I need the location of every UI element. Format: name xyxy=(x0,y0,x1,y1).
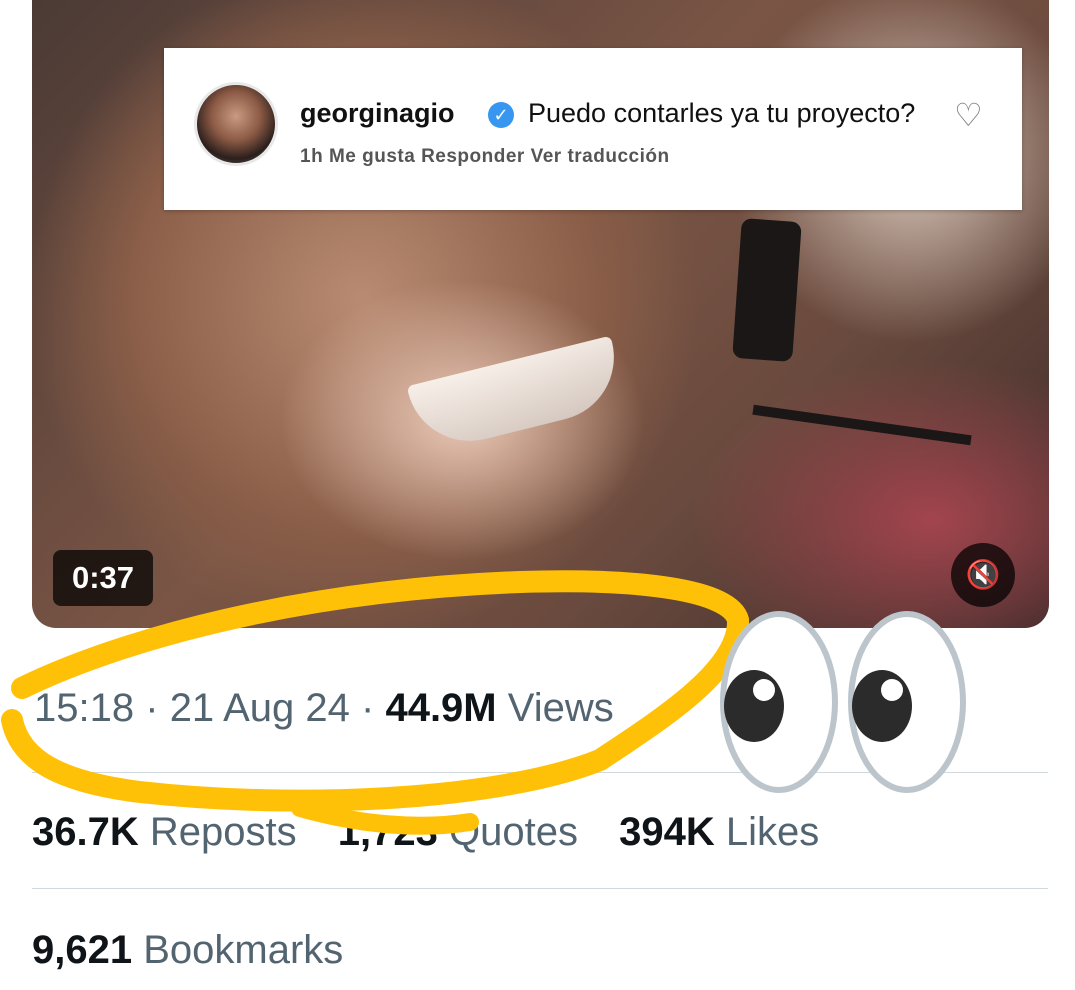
quotes-label: Quotes xyxy=(448,810,578,854)
verified-badge-icon: ✓ xyxy=(488,102,514,128)
tweet-time[interactable]: 15:18 xyxy=(34,686,134,730)
likes-link[interactable]: 394K Likes xyxy=(619,810,819,854)
views-label: Views xyxy=(507,686,614,730)
eyes-emoji-icon xyxy=(848,611,966,793)
bookmarks-label: Bookmarks xyxy=(143,928,344,972)
comment-text: Puedo contarles ya tu proyecto? xyxy=(528,98,916,128)
bookmarks-link[interactable]: 9,621 Bookmarks xyxy=(32,928,343,973)
comment-meta: 1h Me gusta Responder Ver traducción xyxy=(300,146,670,167)
heart-outline-icon: ♡ xyxy=(954,97,983,133)
video-player[interactable]: georginagio ✓ Puedo contarles ya tu proy… xyxy=(32,0,1049,628)
eyes-emoji-icon xyxy=(720,611,838,793)
quotes-link[interactable]: 1,723 Quotes xyxy=(338,810,578,854)
meta-separator: · xyxy=(145,686,159,730)
tweet-meta: 15:18 · 21 Aug 24 · 44.9M Views xyxy=(34,686,614,731)
mic-arm-in-frame xyxy=(752,404,972,446)
overlay-comment-card: georginagio ✓ Puedo contarles ya tu proy… xyxy=(164,48,1022,210)
microphone-in-frame xyxy=(732,218,802,362)
divider xyxy=(32,888,1048,889)
reposts-count: 36.7K xyxy=(32,810,139,854)
meta-separator: · xyxy=(361,686,375,730)
quotes-count: 1,723 xyxy=(337,810,438,854)
engagement-stats: 36.7K Reposts 1,723 Quotes 394K Likes xyxy=(32,810,849,855)
reposts-link[interactable]: 36.7K Reposts xyxy=(32,810,297,854)
video-frame-detail xyxy=(406,335,628,455)
comment-username: georginagio xyxy=(300,98,455,128)
reposts-label: Reposts xyxy=(149,810,297,854)
video-duration: 0:37 xyxy=(53,550,153,606)
speaker-muted-icon[interactable]: 🔇 xyxy=(951,543,1015,607)
likes-label: Likes xyxy=(725,810,820,854)
avatar xyxy=(194,82,278,166)
likes-count: 394K xyxy=(619,810,715,854)
bookmarks-count: 9,621 xyxy=(32,928,133,972)
views-count: 44.9M xyxy=(385,686,497,730)
tweet-date[interactable]: 21 Aug 24 xyxy=(170,686,350,730)
